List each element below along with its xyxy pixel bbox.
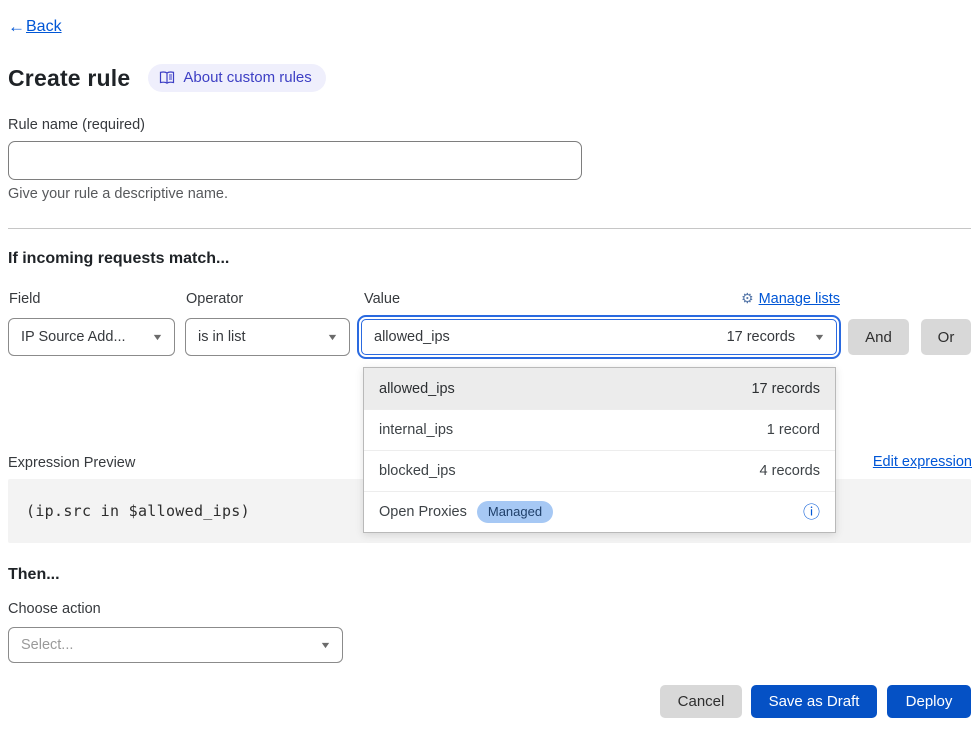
back-link[interactable]: ←Back bbox=[8, 17, 62, 37]
list-item-open-proxies[interactable]: Open Proxies Managed ⓘ bbox=[364, 491, 835, 532]
then-section-heading: Then... bbox=[8, 566, 60, 584]
manage-lists-label: Manage lists bbox=[759, 291, 840, 307]
info-icon[interactable]: ⓘ bbox=[803, 504, 820, 521]
list-dropdown-menu: allowed_ips 17 records internal_ips 1 re… bbox=[363, 367, 836, 533]
and-button[interactable]: And bbox=[848, 319, 909, 355]
value-label: Value bbox=[364, 291, 400, 307]
value-select-meta: 17 records bbox=[727, 329, 796, 345]
chevron-down-icon: ▼ bbox=[151, 332, 163, 342]
list-item-allowed-ips[interactable]: allowed_ips 17 records bbox=[364, 368, 835, 409]
list-item-internal-ips[interactable]: internal_ips 1 record bbox=[364, 409, 835, 450]
page-title: Create rule bbox=[8, 65, 130, 92]
list-item-meta: 4 records bbox=[760, 463, 820, 479]
action-select[interactable]: Select... ▼ bbox=[8, 627, 343, 663]
list-item-name: allowed_ips bbox=[379, 381, 751, 397]
expression-code: (ip.src in $allowed_ips) bbox=[26, 502, 250, 520]
list-item-meta: 17 records bbox=[751, 381, 820, 397]
action-select-placeholder: Select... bbox=[21, 637, 313, 653]
rule-name-input[interactable] bbox=[8, 141, 582, 180]
operator-label: Operator bbox=[186, 291, 243, 307]
expression-preview-label: Expression Preview bbox=[8, 455, 135, 471]
field-select-value: IP Source Add... bbox=[21, 329, 145, 345]
gear-icon: ⚙ bbox=[741, 290, 754, 307]
value-select-focus-ring: allowed_ips 17 records ▼ bbox=[357, 315, 841, 359]
value-select-name: allowed_ips bbox=[374, 329, 727, 345]
chevron-down-icon: ▼ bbox=[813, 332, 825, 342]
chevron-down-icon: ▼ bbox=[319, 640, 331, 650]
chevron-down-icon: ▼ bbox=[326, 332, 338, 342]
list-item-name: internal_ips bbox=[379, 422, 767, 438]
rule-name-helper: Give your rule a descriptive name. bbox=[8, 186, 228, 202]
or-button[interactable]: Or bbox=[921, 319, 971, 355]
book-icon bbox=[159, 71, 175, 85]
field-select[interactable]: IP Source Add... ▼ bbox=[8, 318, 175, 356]
page-header: Create rule About custom rules bbox=[8, 64, 326, 92]
list-item-meta: 1 record bbox=[767, 422, 820, 438]
manage-lists-link[interactable]: ⚙ Manage lists bbox=[700, 290, 840, 307]
section-divider bbox=[8, 228, 971, 229]
list-item-name: Open Proxies bbox=[379, 504, 467, 520]
match-section-heading: If incoming requests match... bbox=[8, 250, 229, 268]
back-arrow-icon: ← bbox=[8, 17, 25, 37]
managed-badge: Managed bbox=[477, 501, 553, 523]
list-item-blocked-ips[interactable]: blocked_ips 4 records bbox=[364, 450, 835, 491]
save-as-draft-button[interactable]: Save as Draft bbox=[751, 685, 877, 718]
operator-select[interactable]: is in list ▼ bbox=[185, 318, 350, 356]
choose-action-label: Choose action bbox=[8, 601, 101, 617]
edit-expression-link[interactable]: Edit expression bbox=[820, 454, 972, 470]
rule-name-label: Rule name (required) bbox=[8, 117, 145, 133]
about-badge-label: About custom rules bbox=[183, 69, 311, 86]
cancel-button[interactable]: Cancel bbox=[660, 685, 742, 718]
field-label: Field bbox=[9, 291, 40, 307]
about-custom-rules-badge[interactable]: About custom rules bbox=[148, 64, 325, 92]
deploy-button[interactable]: Deploy bbox=[887, 685, 971, 718]
back-link-label: Back bbox=[26, 18, 62, 36]
list-item-name: blocked_ips bbox=[379, 463, 760, 479]
value-select[interactable]: allowed_ips 17 records ▼ bbox=[361, 319, 837, 355]
operator-select-value: is in list bbox=[198, 329, 320, 345]
